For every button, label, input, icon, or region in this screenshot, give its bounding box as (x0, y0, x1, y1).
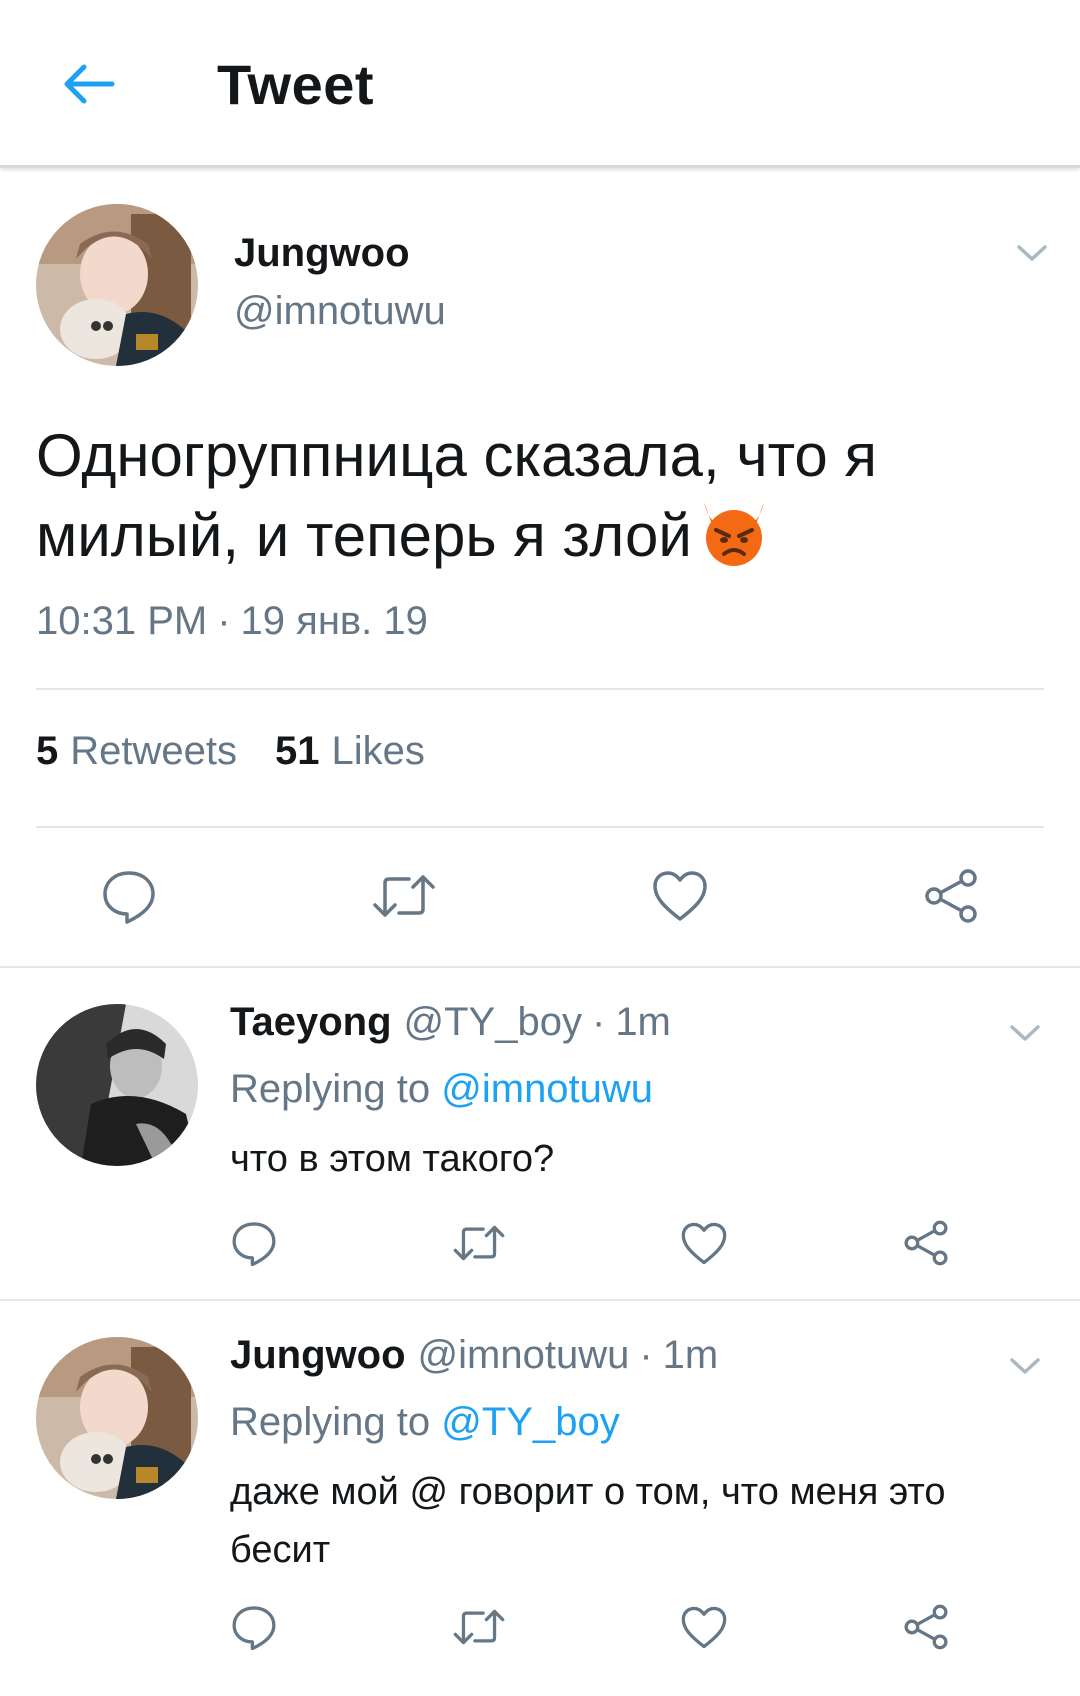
heart-icon (681, 1222, 727, 1264)
author-name[interactable]: Jungwoo (230, 1333, 406, 1377)
retweet-icon (453, 1225, 505, 1261)
tweet-time: 10:31 PM (36, 599, 208, 643)
divider (36, 826, 1044, 828)
share-button[interactable] (922, 867, 980, 925)
like-button[interactable] (651, 869, 709, 923)
replying-label: Replying to (230, 1400, 431, 1444)
retweet-icon (453, 1609, 505, 1645)
reply-button[interactable] (230, 1219, 278, 1267)
share-icon (904, 1220, 948, 1266)
author-name[interactable]: Taeyong (230, 1000, 392, 1044)
heart-icon (681, 1606, 727, 1648)
reply-age: 1m (662, 1333, 719, 1377)
reply-text: что в этом такого? (230, 1138, 555, 1180)
likes-stat[interactable]: 51 Likes (275, 729, 425, 774)
avatar[interactable] (36, 1004, 198, 1166)
reply-header: Taeyong @TY_boy · 1m (230, 1000, 671, 1045)
reply-tweet[interactable]: Jungwoo @imnotuwu · 1m Replying to @TY_boy … (0, 1303, 1080, 1696)
separator-dot: · (591, 1000, 606, 1044)
reply-icon (232, 1222, 276, 1267)
retweet-button[interactable] (452, 1222, 506, 1264)
share-icon (925, 869, 977, 923)
mention-link[interactable]: @imnotuwu (441, 1067, 653, 1111)
avatar[interactable] (36, 204, 198, 366)
reply-text: даже мой @ говорит о том, что меня это б… (230, 1471, 946, 1571)
like-button[interactable] (680, 1221, 728, 1266)
tweet-date: 19 янв. 19 (240, 599, 428, 643)
share-icon (904, 1604, 948, 1650)
author-handle[interactable]: @TY_boy (404, 1000, 582, 1044)
avatar[interactable] (36, 1337, 198, 1499)
separator-dot: · (217, 599, 231, 643)
chevron-down-icon (1010, 1358, 1040, 1374)
like-button[interactable] (680, 1605, 728, 1650)
avatar-photo (36, 204, 198, 366)
reply-icon (103, 871, 155, 924)
separator-dot: · (639, 1333, 653, 1377)
avatar-photo (36, 1004, 198, 1166)
tweet-text: Одногруппница сказала, что я милый, и те… (36, 416, 1046, 586)
top-bar: Tweet (0, 0, 1080, 168)
main-tweet: Jungwoo @imnotuwu Одногруппница сказала,… (0, 171, 1080, 968)
likes-label: Likes (331, 729, 425, 773)
chevron-down-icon (1017, 245, 1047, 261)
share-button[interactable] (902, 1219, 950, 1267)
heart-icon (652, 871, 707, 921)
likes-count: 51 (275, 729, 320, 773)
divider (36, 688, 1044, 690)
reply-header: Jungwoo @imnotuwu · 1m (230, 1333, 718, 1378)
avatar-photo (36, 1337, 198, 1499)
page-title: Tweet (217, 53, 375, 116)
retweets-count: 5 (36, 729, 59, 773)
retweets-label: Retweets (70, 729, 237, 773)
retweets-stat[interactable]: 5 Retweets (36, 729, 237, 774)
tweet-stats: 5 Retweets 51 Likes (36, 729, 425, 774)
retweet-button[interactable] (371, 871, 437, 921)
tweet-menu-button[interactable] (1010, 238, 1054, 268)
tweet-actions (100, 861, 980, 931)
tweet-timestamp[interactable]: 10:31 PM · 19 янв. 19 (36, 599, 428, 644)
mention-link[interactable]: @TY_boy (441, 1400, 619, 1444)
replying-to: Replying to @imnotuwu (230, 1067, 653, 1112)
retweet-icon (373, 875, 436, 917)
chevron-down-icon (1010, 1025, 1040, 1041)
back-arrow-icon (64, 64, 115, 104)
reply-button[interactable] (100, 867, 158, 925)
reply-icon (232, 1606, 276, 1651)
tweet-menu-button[interactable] (1003, 1351, 1047, 1381)
angry-devil-emoji-icon (698, 498, 770, 586)
share-button[interactable] (902, 1603, 950, 1651)
replying-to: Replying to @TY_boy (230, 1400, 620, 1445)
reply-button[interactable] (230, 1603, 278, 1651)
reply-actions (230, 1215, 950, 1271)
back-button[interactable] (48, 52, 128, 116)
reply-age: 1m (615, 1000, 671, 1044)
author-handle[interactable]: @imnotuwu (234, 289, 446, 334)
replying-label: Replying to (230, 1067, 431, 1111)
reply-tweet[interactable]: Taeyong @TY_boy · 1m Replying to @imnotuwu … (0, 970, 1080, 1301)
reply-actions (230, 1599, 950, 1655)
author-handle[interactable]: @imnotuwu (418, 1333, 630, 1377)
tweet-menu-button[interactable] (1003, 1018, 1047, 1048)
retweet-button[interactable] (452, 1606, 506, 1648)
author-name[interactable]: Jungwoo (234, 231, 410, 276)
